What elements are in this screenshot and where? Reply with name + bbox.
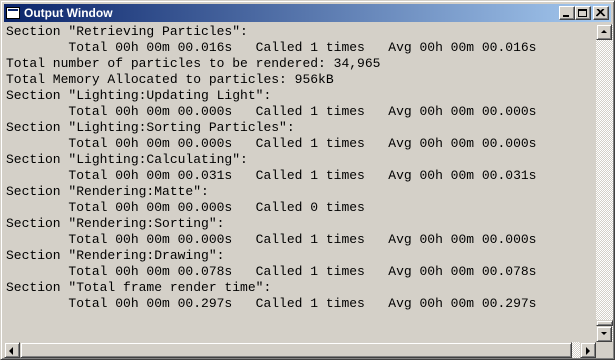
scroll-down-button[interactable]	[596, 326, 612, 342]
output-line: Section "Lighting:Updating Light":	[6, 88, 272, 103]
window-title: Output Window	[24, 6, 113, 20]
output-line: Total 00h 00m 00.078s Called 1 times Avg…	[6, 264, 537, 279]
close-button[interactable]	[593, 6, 609, 20]
title-bar[interactable]: Output Window	[4, 4, 611, 22]
output-line: Total Memory Allocated to particles: 956…	[6, 72, 334, 87]
scroll-right-button[interactable]	[580, 342, 596, 358]
output-line: Section "Lighting:Sorting Particles":	[6, 120, 295, 135]
arrow-up-icon	[601, 30, 607, 33]
output-line: Total 00h 00m 00.297s Called 1 times Avg…	[6, 296, 537, 311]
arrow-left-icon	[9, 347, 13, 355]
horizontal-scroll-thumb[interactable]	[20, 342, 572, 358]
close-icon	[596, 9, 606, 17]
output-line: Section "Rendering:Matte":	[6, 184, 209, 199]
output-line: Total 00h 00m 00.000s Called 1 times Avg…	[6, 232, 537, 247]
output-window: Output Window Section "Retrieving Partic…	[0, 0, 615, 360]
scrollbar-corner	[596, 342, 613, 358]
minimize-button[interactable]	[559, 6, 575, 20]
output-line: Section "Total frame render time":	[6, 280, 272, 295]
output-client-area: Section "Retrieving Particles": Total 00…	[4, 24, 613, 358]
scroll-up-button[interactable]	[596, 24, 612, 40]
output-text[interactable]: Section "Retrieving Particles": Total 00…	[6, 24, 595, 342]
scroll-left-button[interactable]	[4, 342, 20, 358]
output-line: Section "Retrieving Particles":	[6, 24, 248, 39]
output-line: Total 00h 00m 00.031s Called 1 times Avg…	[6, 168, 537, 183]
output-line: Total number of particles to be rendered…	[6, 56, 381, 71]
output-line: Total 00h 00m 00.000s Called 1 times Avg…	[6, 136, 537, 151]
window-icon[interactable]	[6, 7, 20, 19]
output-line: Section "Lighting:Calculating":	[6, 152, 248, 167]
output-line: Section "Rendering:Drawing":	[6, 248, 225, 263]
output-line: Section "Rendering:Sorting":	[6, 216, 225, 231]
output-line: Total 00h 00m 00.016s Called 1 times Avg…	[6, 40, 537, 55]
title-buttons	[559, 6, 609, 20]
horizontal-scrollbar[interactable]	[4, 342, 596, 358]
arrow-down-icon	[601, 332, 607, 335]
minimize-icon	[563, 15, 569, 17]
output-line: Total 00h 00m 00.000s Called 0 times	[6, 200, 365, 215]
vertical-scrollbar[interactable]	[596, 24, 613, 342]
arrow-right-icon	[586, 347, 590, 355]
output-line: Total 00h 00m 00.000s Called 1 times Avg…	[6, 104, 537, 119]
maximize-button[interactable]	[575, 6, 591, 20]
maximize-icon	[578, 9, 587, 17]
